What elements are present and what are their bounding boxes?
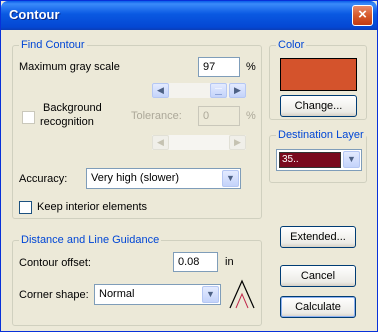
corner-shape-select[interactable]: Normal ▼ bbox=[94, 284, 221, 305]
accuracy-label: Accuracy: bbox=[19, 173, 68, 185]
chevron-down-icon[interactable]: ▼ bbox=[343, 151, 360, 168]
distance-group: Distance and Line Guidance Contour offse… bbox=[12, 234, 262, 326]
corner-shape-label: Corner shape: bbox=[19, 289, 89, 301]
color-title: Color bbox=[276, 39, 307, 51]
background-label-line1: Background bbox=[43, 102, 102, 114]
left-arrow-icon: ◀ bbox=[157, 137, 164, 147]
keep-interior-checkbox[interactable] bbox=[19, 201, 32, 214]
layer-color-swatch: 35.. bbox=[279, 152, 341, 168]
cancel-button[interactable]: Cancel bbox=[280, 265, 356, 287]
max-gray-label: Maximum gray scale bbox=[19, 61, 120, 73]
find-contour-title: Find Contour bbox=[19, 39, 87, 51]
accuracy-select[interactable]: Very high (slower) ▼ bbox=[86, 168, 241, 189]
window-title: Contour bbox=[9, 7, 60, 22]
change-color-button[interactable]: Change... bbox=[280, 95, 357, 117]
max-gray-unit: % bbox=[246, 61, 256, 73]
tolerance-unit: % bbox=[246, 110, 256, 122]
background-recognition-checkbox[interactable] bbox=[22, 111, 35, 124]
chevron-down-icon[interactable]: ▼ bbox=[222, 170, 239, 187]
layer-select[interactable]: 35.. ▼ bbox=[276, 149, 362, 171]
background-label-line2: recognition bbox=[40, 116, 94, 128]
contour-offset-label: Contour offset: bbox=[19, 257, 91, 269]
find-contour-group: Find Contour Maximum gray scale 97 % ◀ ▶… bbox=[12, 39, 262, 219]
right-arrow-icon: ▶ bbox=[234, 137, 241, 147]
chevron-down-icon[interactable]: ▼ bbox=[202, 286, 219, 303]
max-gray-input[interactable]: 97 bbox=[198, 57, 240, 77]
scroll-right-button[interactable]: ▶ bbox=[229, 135, 246, 150]
tolerance-label: Tolerance: bbox=[131, 110, 182, 122]
close-button[interactable]: × bbox=[352, 5, 373, 26]
corner-shape-value: Normal bbox=[99, 288, 135, 300]
distance-title: Distance and Line Guidance bbox=[19, 234, 162, 246]
keep-interior-label: Keep interior elements bbox=[37, 201, 148, 213]
tolerance-scrollbar[interactable]: ◀ ▶ bbox=[152, 135, 246, 150]
contour-offset-unit: in bbox=[225, 256, 234, 268]
scroll-thumb[interactable] bbox=[210, 83, 227, 98]
contour-offset-input[interactable]: 0.08 bbox=[173, 252, 218, 272]
contour-dialog: Contour × Find Contour Maximum gray scal… bbox=[0, 0, 378, 332]
tolerance-input[interactable]: 0 bbox=[198, 106, 240, 126]
dialog-body: Find Contour Maximum gray scale 97 % ◀ ▶… bbox=[4, 30, 374, 330]
left-arrow-icon: ◀ bbox=[157, 85, 164, 95]
close-icon: × bbox=[358, 6, 367, 23]
right-arrow-icon: ▶ bbox=[234, 85, 241, 95]
destination-layer-group: Destination Layer 35.. ▼ bbox=[269, 129, 367, 183]
scroll-left-button[interactable]: ◀ bbox=[152, 135, 169, 150]
destination-layer-title: Destination Layer bbox=[276, 129, 366, 141]
scroll-left-button[interactable]: ◀ bbox=[152, 83, 169, 98]
max-gray-scrollbar[interactable]: ◀ ▶ bbox=[152, 83, 246, 98]
corner-shape-preview-icon bbox=[229, 279, 255, 309]
layer-value: 35.. bbox=[282, 154, 299, 165]
accuracy-value: Very high (slower) bbox=[91, 172, 180, 184]
extended-button[interactable]: Extended... bbox=[280, 226, 356, 248]
color-swatch bbox=[280, 58, 357, 91]
title-bar[interactable]: Contour × bbox=[1, 1, 377, 30]
calculate-button[interactable]: Calculate bbox=[280, 296, 356, 318]
scroll-right-button[interactable]: ▶ bbox=[229, 83, 246, 98]
color-group: Color Change... bbox=[269, 39, 367, 120]
